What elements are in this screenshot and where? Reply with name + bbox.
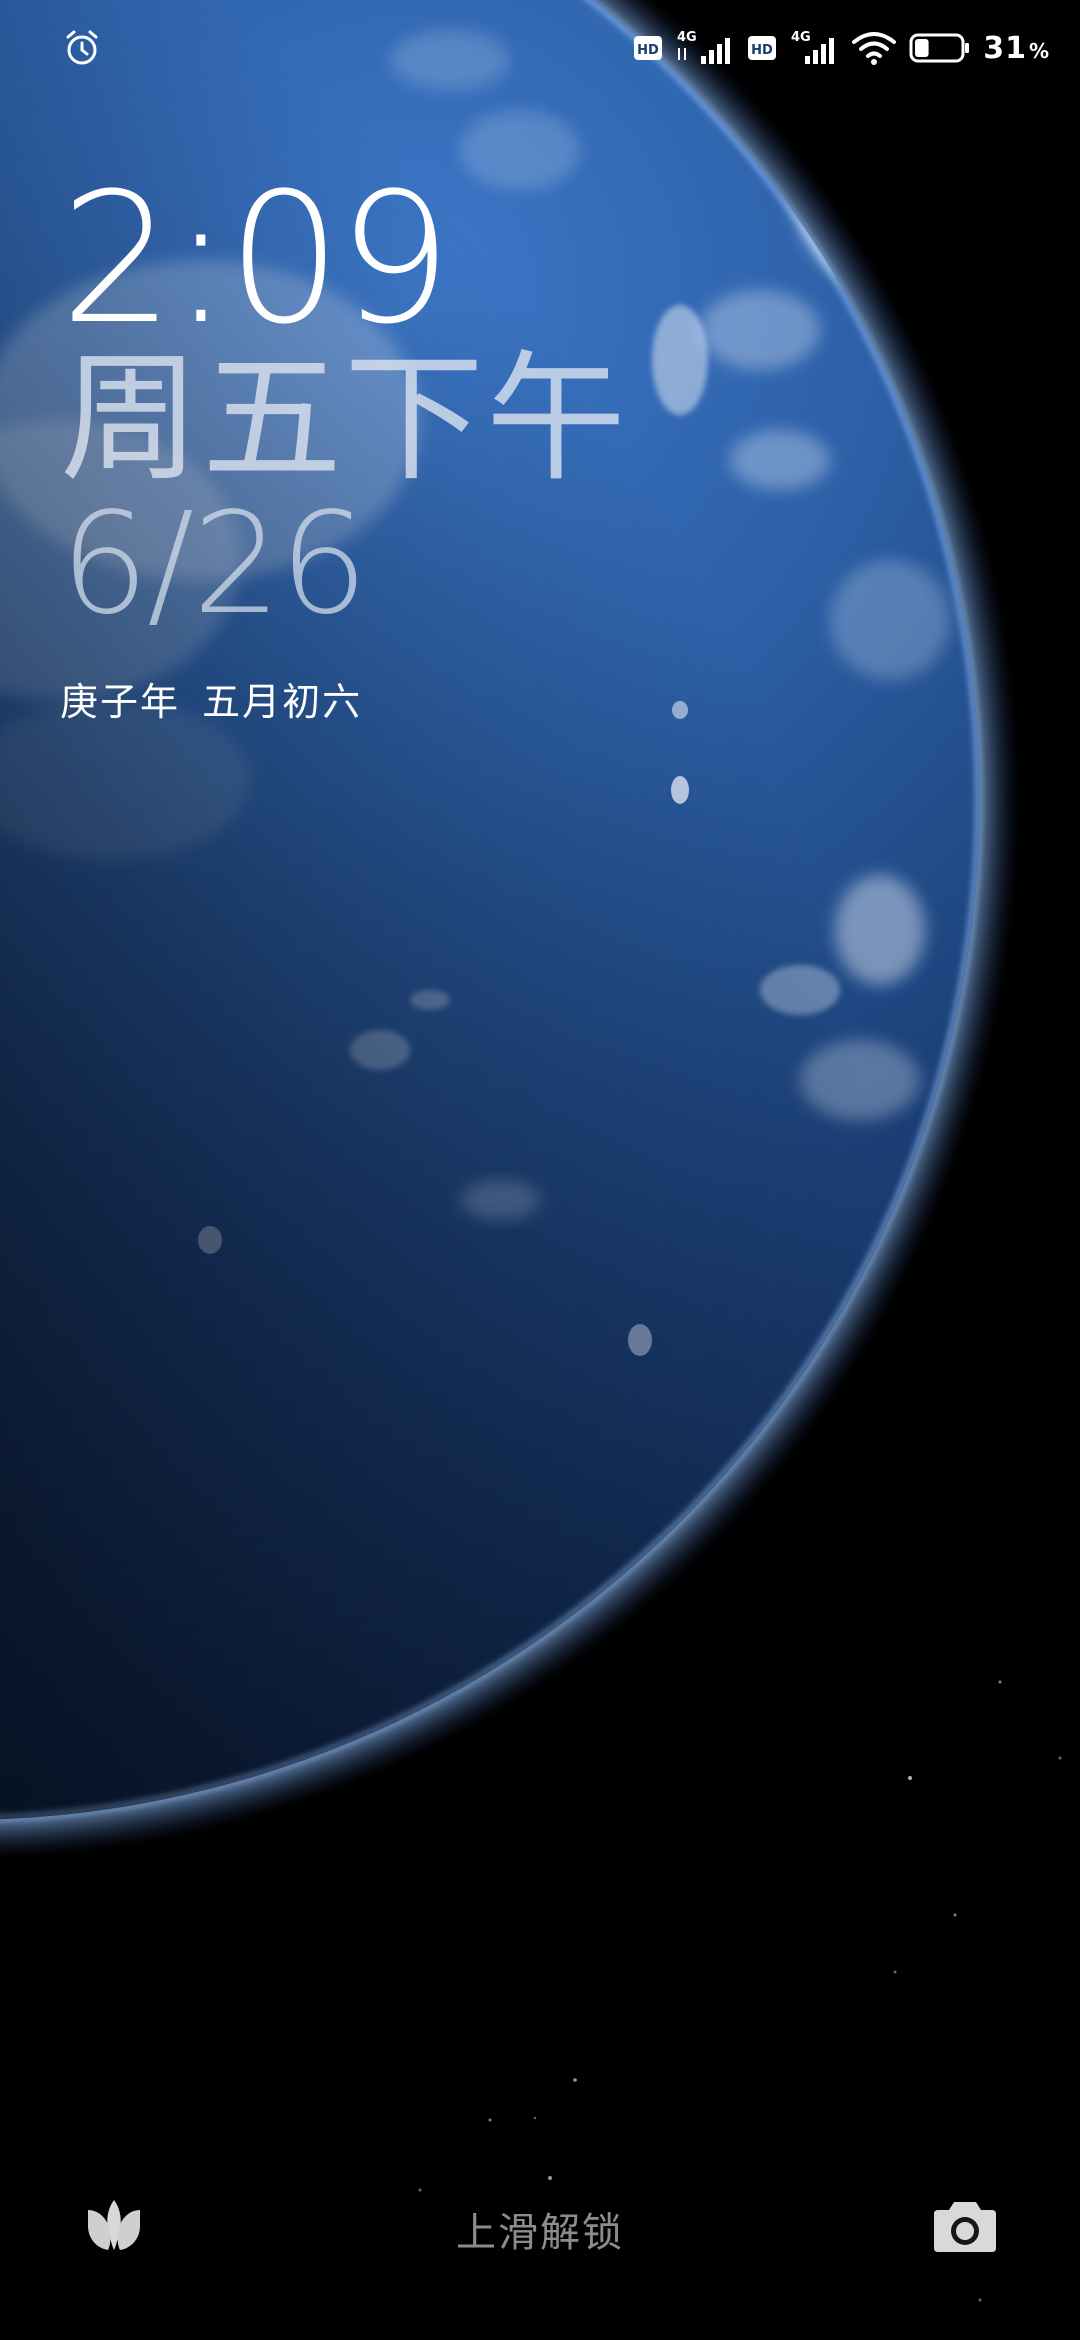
sim1-hd-label: HD [637, 43, 659, 58]
cellular-signal-icon: 4G [677, 30, 731, 64]
lockscreen-clock: 2:09 周五下午 6/26 庚子年 五月初六 [60, 155, 629, 726]
battery-value: 31 [983, 30, 1027, 66]
clock-time: 2:09 [60, 155, 452, 364]
battery-icon [909, 33, 970, 63]
battery-percentage: 31% [983, 31, 1050, 66]
battery-unit: % [1028, 38, 1050, 63]
sim1-network-label: 4G [677, 30, 697, 45]
status-bar: HD 4G HD 4G 31 % [0, 0, 1080, 96]
hd-badge-icon: HD [748, 36, 777, 60]
status-icons: HD 4G HD 4G 31 % [633, 22, 1050, 74]
cellular-signal-icon: 4G [791, 30, 835, 64]
swipe-up-unlock-hint[interactable]: 上滑解锁 [0, 2200, 1080, 2258]
clock-weekday: 周五下午 [60, 338, 629, 501]
sim2-network-label: 4G [791, 30, 811, 45]
lock-screen: HD 4G HD 4G 31 % 2:09 周五下午 6/26 庚子年 五月初六… [0, 0, 1080, 2340]
clock-date: 6/26 [60, 483, 368, 646]
lunar-date: 庚子年 五月初六 [60, 680, 363, 724]
hd-badge-icon: HD [634, 36, 663, 60]
camera-icon[interactable] [932, 2196, 998, 2254]
alarm-clock-icon [66, 30, 98, 65]
sim2-hd-label: HD [751, 43, 773, 58]
wifi-icon [852, 32, 897, 65]
